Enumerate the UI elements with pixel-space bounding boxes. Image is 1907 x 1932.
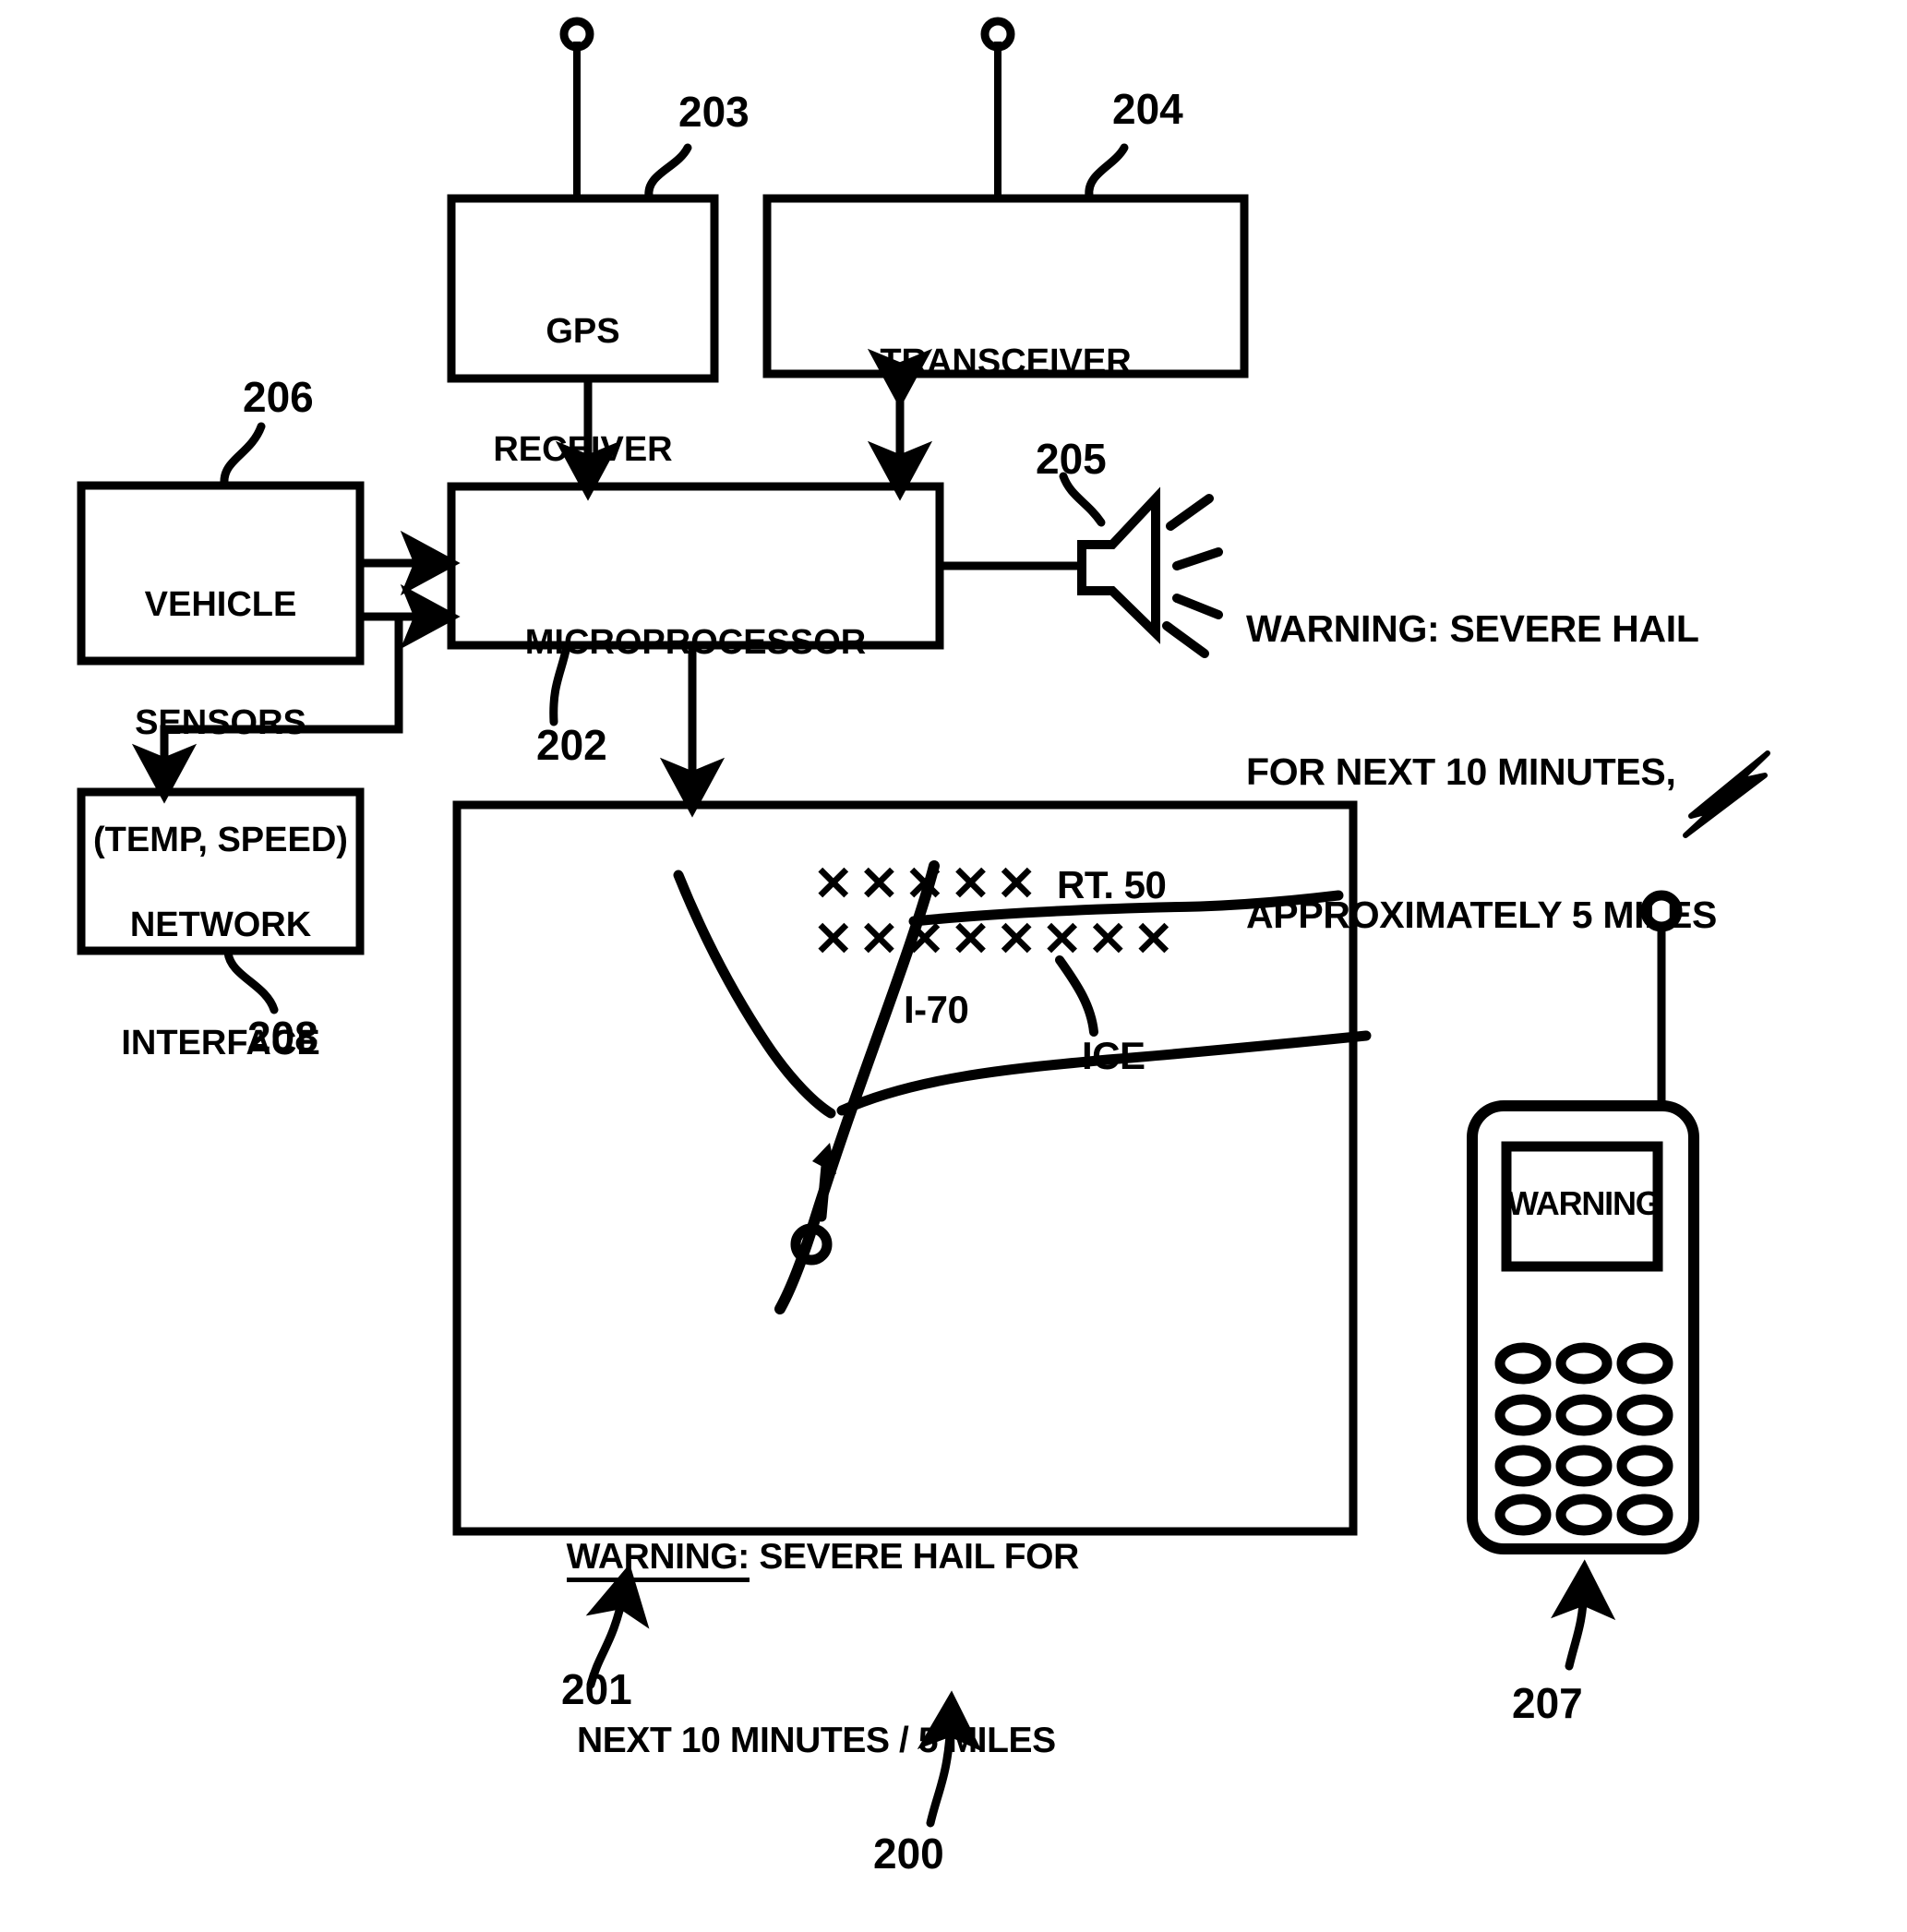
keypad-key [1555, 1494, 1613, 1536]
cell-phone-art [917, 750, 1770, 1828]
keypad-key [1616, 1342, 1673, 1385]
patent-figure: ✕✕✕✕✕ ✕✕✕✕✕✕✕✕ GPS RECEIVER TRANSCEIVER … [0, 0, 1907, 1932]
keypad-key [1494, 1342, 1552, 1385]
phone-antenna [1640, 890, 1683, 1108]
phone-screen-warning-text: WARNING [1507, 1184, 1661, 1222]
keypad-key [1555, 1445, 1613, 1487]
keypad-key [1555, 1342, 1613, 1385]
leader-207 [1551, 1559, 1616, 1671]
keypad-key [1616, 1394, 1673, 1436]
keypad-key [1494, 1394, 1552, 1436]
keypad-key [1616, 1494, 1673, 1536]
lightning-bolt-icon [1683, 750, 1770, 838]
keypad-key [1616, 1445, 1673, 1487]
keypad-key [1494, 1445, 1552, 1487]
leader-200 [917, 1690, 982, 1828]
keypad-key [1494, 1494, 1552, 1536]
keypad-key [1555, 1394, 1613, 1436]
phone-keypad [1494, 1342, 1673, 1536]
